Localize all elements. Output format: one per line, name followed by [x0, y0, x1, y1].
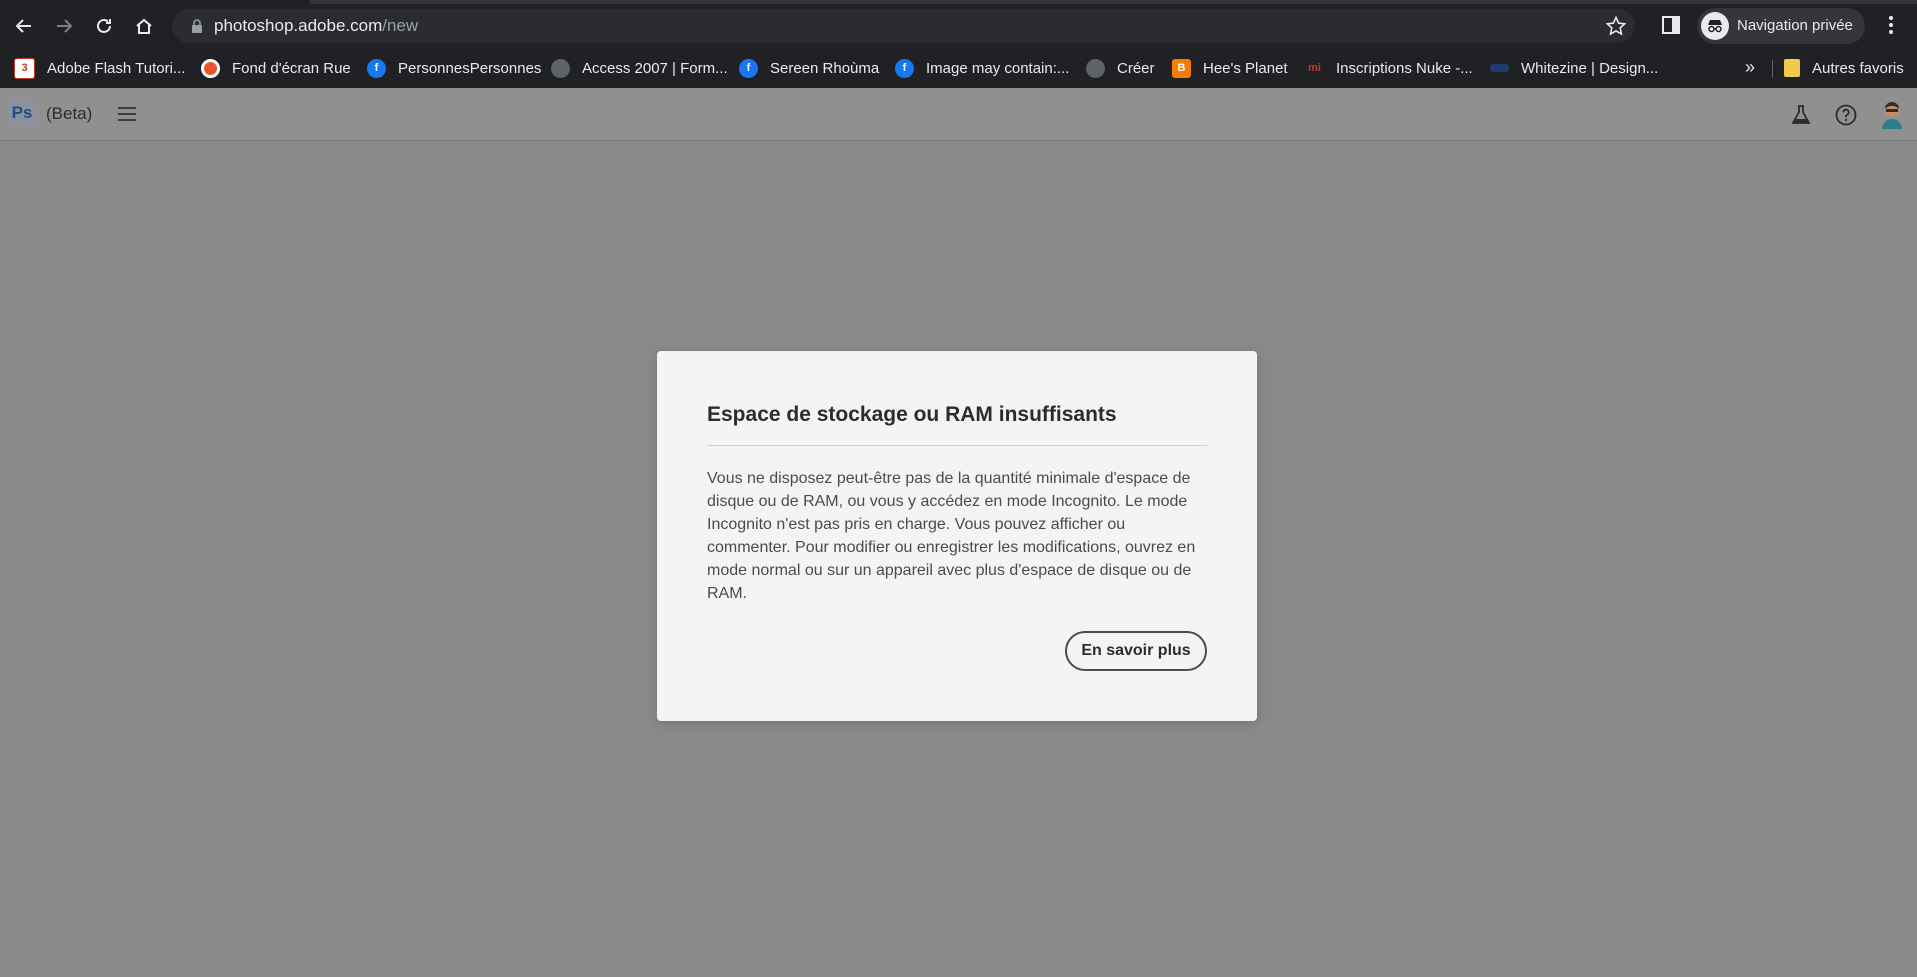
bookmark-label: Créer: [1117, 59, 1155, 77]
insufficient-storage-dialog: Espace de stockage ou RAM insuffisants V…: [657, 351, 1257, 721]
bookmark-separator: [1772, 60, 1773, 78]
bookmark-label: Hee's Planet: [1203, 59, 1288, 77]
more-vert-icon[interactable]: [1880, 14, 1902, 36]
more-bookmarks-button[interactable]: »: [1745, 57, 1755, 78]
bookmark-whitezine[interactable]: Whitezine | Design...: [1490, 56, 1658, 80]
bookmark-label: Access 2007 | Form...: [582, 59, 728, 77]
photoshop-app-bar: Ps (Beta): [0, 88, 1917, 141]
bookmark-label: Image may contain:...: [926, 59, 1070, 77]
dialog-title: Espace de stockage ou RAM insuffisants: [707, 403, 1117, 426]
side-panel-icon[interactable]: [1660, 14, 1682, 36]
bookmark-label: Sereen Rhoùma: [770, 59, 880, 77]
bookmark-label: Inscriptions Nuke -...: [1336, 59, 1473, 77]
facebook-icon: f: [895, 58, 914, 78]
incognito-profile-button[interactable]: Navigation privée: [1697, 8, 1865, 44]
bookmark-label: PersonnesPersonnes: [398, 59, 542, 77]
url-text: photoshop.adobe.com/new: [214, 16, 418, 36]
blogger-icon: B: [1172, 58, 1191, 78]
incognito-icon: [1701, 12, 1729, 40]
home-icon: [136, 18, 152, 34]
reload-icon: [97, 18, 111, 33]
bookmark-fond-ecran[interactable]: Fond d'écran Rue: [201, 56, 351, 80]
bookmark-image-may-contain[interactable]: f Image may contain:...: [895, 56, 1069, 80]
globe-icon: [1086, 58, 1105, 78]
bookmark-adobe-flash[interactable]: 3 Adobe Flash Tutori...: [14, 56, 185, 80]
bookmark-label: Autres favoris: [1812, 59, 1904, 77]
bookmark-access-2007[interactable]: Access 2007 | Form...: [551, 56, 728, 80]
globe-icon: [551, 58, 570, 78]
learn-more-button[interactable]: En savoir plus: [1065, 631, 1207, 671]
reload-button[interactable]: [90, 12, 118, 40]
bookmark-label: Fond d'écran Rue: [232, 59, 351, 77]
help-icon[interactable]: [1834, 103, 1858, 127]
record-icon: [201, 58, 220, 78]
url-host: photoshop.adobe.com: [214, 16, 383, 35]
url-path: /new: [382, 16, 419, 35]
profile-label: Navigation privée: [1737, 17, 1853, 34]
bookmark-creer[interactable]: Créer: [1086, 56, 1155, 80]
menu-icon[interactable]: [116, 104, 138, 124]
forward-button[interactable]: [50, 12, 78, 40]
dialog-message: Vous ne disposez peut-être pas de la qua…: [707, 470, 1196, 602]
bookmarks-bar: 3 Adobe Flash Tutori... Fond d'écran Rue…: [0, 52, 1917, 84]
bookmark-other-favorites[interactable]: Autres favoris: [1784, 56, 1904, 80]
facebook-icon: f: [739, 58, 758, 78]
bookmark-sereen[interactable]: f Sereen Rhoùma: [739, 56, 879, 80]
beta-label: (Beta): [46, 104, 93, 123]
back-button[interactable]: [10, 12, 38, 40]
address-bar[interactable]: photoshop.adobe.com/new: [172, 9, 1635, 43]
tab-strip: [310, 0, 1917, 4]
browser-chrome: photoshop.adobe.com/new Navigation privé…: [0, 0, 1917, 88]
bookmark-label: Adobe Flash Tutori...: [47, 59, 186, 77]
bookmark-label: Whitezine | Design...: [1521, 59, 1659, 77]
home-button[interactable]: [130, 12, 158, 40]
c3-icon: 3: [14, 57, 35, 79]
bookmark-hees-planet[interactable]: B Hee's Planet: [1172, 56, 1288, 80]
bookmark-personnes[interactable]: f PersonnesPersonnes: [367, 56, 541, 80]
arrow-right-icon: [57, 19, 73, 33]
star-icon[interactable]: [1605, 15, 1627, 37]
beaker-icon[interactable]: [1789, 103, 1813, 127]
arrow-left-icon: [15, 19, 31, 33]
bookmark-inscriptions-nuke[interactable]: mi Inscriptions Nuke -...: [1305, 56, 1473, 80]
facebook-icon: f: [367, 58, 386, 78]
dialog-divider: [707, 445, 1207, 446]
photoshop-logo[interactable]: Ps: [8, 100, 36, 126]
lock-icon: [192, 19, 202, 33]
user-avatar-icon[interactable]: [1878, 100, 1906, 130]
folder-icon: [1784, 59, 1800, 77]
mi-icon: mi: [1308, 62, 1321, 74]
wz-icon: [1490, 64, 1509, 72]
